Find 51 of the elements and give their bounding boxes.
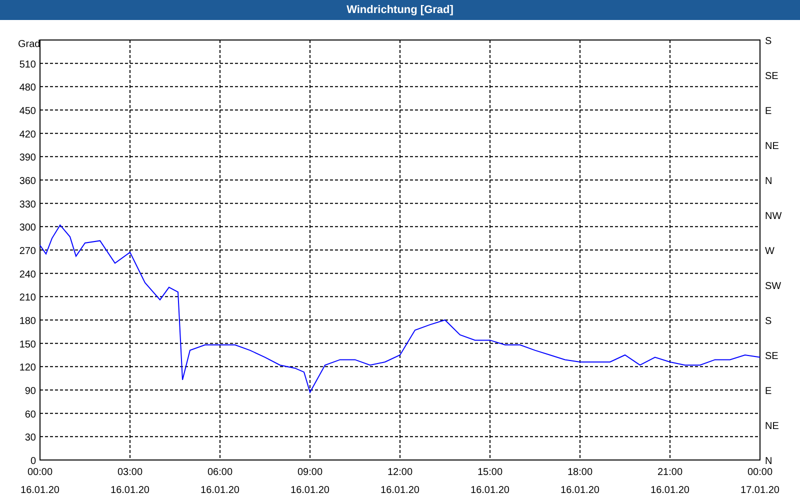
axis-tick-label: 420 — [19, 129, 36, 140]
axis-tick-label: 120 — [19, 362, 36, 374]
axis-tick-label: E — [765, 386, 772, 397]
axis-tick-label: SE — [765, 351, 778, 362]
axis-tick-label: S — [765, 316, 772, 327]
axis-tick-label: NE — [765, 141, 779, 152]
axis-title: Grad — [18, 39, 40, 50]
axis-tick-label: 16.01.20 — [290, 485, 330, 496]
axis-tick-label: N — [765, 176, 772, 187]
axis-tick-label: N — [765, 456, 772, 467]
axis-tick-label: 30 — [24, 432, 36, 444]
axis-tick-label: 270 — [19, 246, 36, 257]
axis-tick-label: S — [765, 36, 772, 47]
axis-tick-label: 300 — [19, 222, 36, 234]
axis-tick-label: NE — [765, 421, 779, 432]
axis-tick-label: 03:00 — [117, 467, 143, 478]
axis-tick-label: 510 — [19, 59, 36, 70]
axis-tick-label: 180 — [19, 316, 36, 327]
axis-tick-label: 240 — [19, 269, 36, 280]
axis-tick-label: 210 — [19, 292, 36, 304]
axis-tick-label: 00:00 — [27, 467, 53, 478]
axis-tick-label: 16.01.20 — [650, 485, 690, 496]
axis-tick-label: 00:00 — [747, 467, 773, 478]
axis-tick-label: 16.01.20 — [110, 485, 150, 496]
axis-tick-label: 60 — [24, 409, 36, 420]
axis-tick-label: 16.01.20 — [200, 485, 240, 496]
axis-tick-label: 480 — [19, 82, 36, 94]
axis-tick-label: 16.01.20 — [20, 485, 60, 496]
axis-tick-label: 18:00 — [567, 467, 593, 478]
axis-tick-label: 450 — [19, 106, 36, 117]
axis-tick-label: 09:00 — [297, 467, 323, 478]
axis-tick-label: 15:00 — [477, 467, 503, 478]
axis-tick-label: 06:00 — [207, 467, 233, 478]
axis-tick-label: NW — [765, 211, 782, 222]
axis-tick-label: 390 — [19, 152, 36, 164]
axis-tick-label: 150 — [19, 339, 36, 350]
axis-tick-label: 0 — [30, 456, 36, 467]
axis-tick-label: E — [765, 106, 772, 117]
axis-tick-label: 16.01.20 — [560, 485, 600, 496]
axis-tick-label: 360 — [19, 176, 36, 187]
axis-tick-label: 16.01.20 — [380, 485, 420, 496]
axis-tick-label: 21:00 — [657, 467, 683, 478]
axis-tick-label: 17.01.20 — [740, 485, 780, 496]
axis-tick-label: W — [765, 246, 774, 257]
axis-tick-label: 90 — [24, 386, 36, 397]
axis-tick-label: 330 — [19, 199, 36, 210]
axis-tick-label: SE — [765, 71, 778, 82]
axis-tick-label: SW — [765, 281, 782, 292]
axis-tick-label: 12:00 — [387, 467, 413, 478]
axis-tick-label: 16.01.20 — [470, 485, 510, 496]
window-title: Windrichtung [Grad] — [346, 4, 454, 16]
